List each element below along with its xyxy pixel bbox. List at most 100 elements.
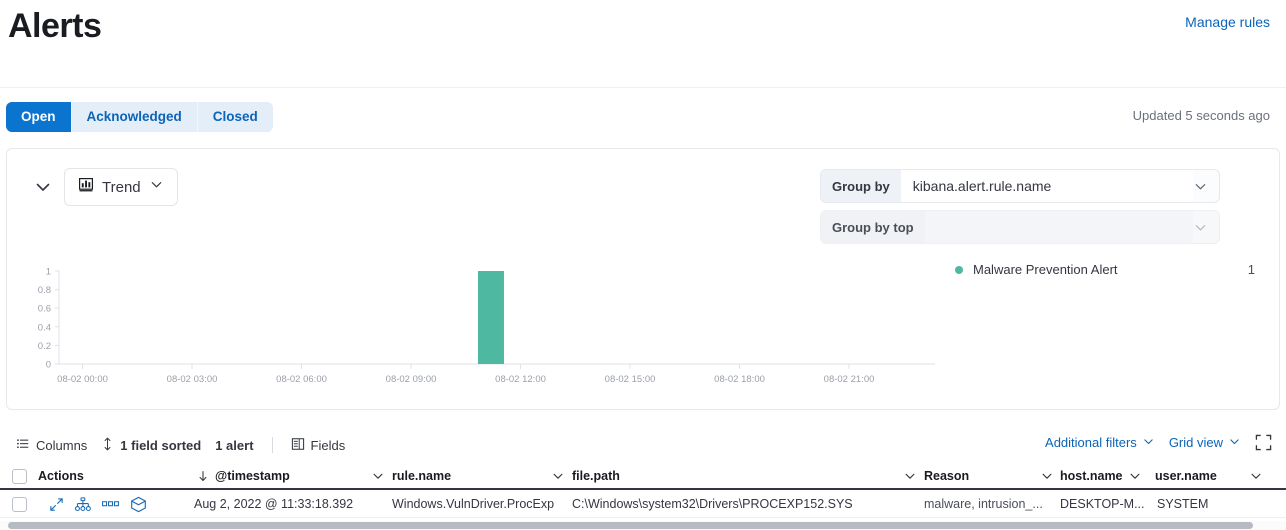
manage-rules-link[interactable]: Manage rules: [1185, 14, 1270, 30]
grid-view-label: Grid view: [1169, 435, 1223, 450]
column-header-rule-name[interactable]: rule.name: [392, 462, 451, 490]
bar-chart-icon: [78, 177, 94, 198]
sort-fields-button[interactable]: 1 field sorted: [97, 434, 205, 456]
scrollbar-thumb[interactable]: [8, 522, 1253, 529]
chevron-down-icon[interactable]: [1040, 462, 1054, 490]
sort-icon: [101, 437, 114, 454]
svg-text:08-02 00:00: 08-02 00:00: [57, 374, 108, 385]
trend-select-button[interactable]: Trend: [64, 168, 178, 206]
checkbox-icon[interactable]: [12, 497, 27, 512]
grid-toolbar-left: Columns 1 field sorted 1 alert: [12, 434, 349, 456]
alerts-page: Alerts Manage rules Open Acknowledged Cl…: [0, 0, 1286, 530]
svg-text:0.8: 0.8: [38, 285, 51, 296]
trend-label: Trend: [102, 179, 141, 196]
column-header-file-path[interactable]: file.path: [572, 462, 620, 490]
cell-rule-name[interactable]: Windows.VulnDriver.ProcExp: [392, 490, 554, 518]
arrow-down-icon: [196, 462, 210, 490]
alert-count-label: 1 alert: [211, 434, 257, 456]
legend-item-label[interactable]: Malware Prevention Alert: [973, 262, 1248, 277]
more-actions-icon[interactable]: [102, 500, 119, 508]
toolbar-divider: [272, 437, 273, 453]
svg-text:08-02 18:00: 08-02 18:00: [714, 374, 765, 385]
chart-legend: Malware Prevention Alert 1: [955, 262, 1255, 277]
status-filter-bar: Open Acknowledged Closed Updated 5 secon…: [0, 96, 1286, 142]
checkbox-icon[interactable]: [12, 469, 27, 484]
grid-view-button[interactable]: Grid view: [1169, 435, 1241, 451]
chevron-down-icon: [1228, 435, 1241, 451]
page-header: Alerts Manage rules: [0, 0, 1286, 88]
additional-filters-button[interactable]: Additional filters: [1045, 435, 1155, 451]
grid-toolbar-right: Additional filters Grid view: [1045, 434, 1272, 451]
svg-text:08-02 09:00: 08-02 09:00: [386, 374, 437, 385]
svg-text:08-02 03:00: 08-02 03:00: [167, 374, 218, 385]
chevron-down-icon[interactable]: [1193, 220, 1219, 235]
cell-user-name[interactable]: SYSTEM: [1157, 490, 1208, 518]
chart-bar[interactable]: [478, 271, 504, 364]
chevron-down-icon[interactable]: [1249, 462, 1263, 490]
cell-host-name[interactable]: DESKTOP-M...: [1060, 490, 1145, 518]
tab-closed[interactable]: Closed: [198, 102, 273, 132]
analyze-event-icon[interactable]: [75, 497, 91, 512]
chevron-down-icon: [1142, 435, 1155, 451]
column-header-user-name[interactable]: user.name: [1155, 462, 1217, 490]
cell-file-path[interactable]: C:\Windows\system32\Drivers\PROCEXP152.S…: [572, 490, 853, 518]
horizontal-scrollbar[interactable]: [0, 521, 1286, 530]
svg-text:0.4: 0.4: [38, 322, 51, 333]
trend-panel: Trend Group by kibana.alert.rule.name Gr…: [6, 148, 1280, 410]
row-actions: [49, 490, 147, 518]
svg-text:08-02 12:00: 08-02 12:00: [495, 374, 546, 385]
svg-text:08-02 15:00: 08-02 15:00: [605, 374, 656, 385]
list-icon: [16, 437, 30, 454]
select-all-checkbox[interactable]: [12, 462, 27, 490]
chevron-down-icon[interactable]: [32, 176, 54, 198]
updated-timestamp: Updated 5 seconds ago: [1133, 108, 1270, 123]
group-by-select[interactable]: Group by kibana.alert.rule.name: [820, 169, 1220, 203]
chevron-down-icon[interactable]: [551, 462, 565, 490]
additional-filters-label: Additional filters: [1045, 435, 1137, 450]
tab-acknowledged[interactable]: Acknowledged: [72, 102, 198, 132]
tab-open[interactable]: Open: [6, 102, 72, 132]
cell-timestamp[interactable]: Aug 2, 2022 @ 11:33:18.392: [194, 490, 353, 518]
svg-text:0.2: 0.2: [38, 341, 51, 352]
group-by-top-label: Group by top: [821, 211, 925, 243]
expand-icon[interactable]: [49, 497, 64, 512]
column-header-host-name[interactable]: host.name: [1060, 462, 1123, 490]
column-header-reason[interactable]: Reason: [924, 462, 969, 490]
columns-button[interactable]: Columns: [12, 434, 91, 456]
svg-text:1: 1: [46, 267, 51, 278]
chart-svg: 1 0.8 0.6 0.4 0.2 0 08-02 00:00 08-02 03:00 08-0…: [7, 259, 1281, 409]
legend-item-count: 1: [1248, 262, 1255, 277]
svg-text:08-02 21:00: 08-02 21:00: [824, 374, 875, 385]
svg-text:08-02 06:00: 08-02 06:00: [276, 374, 327, 385]
fields-button[interactable]: Fields: [287, 434, 350, 456]
chevron-down-icon[interactable]: [371, 462, 385, 490]
alert-count-text: 1 alert: [215, 438, 253, 453]
status-tab-group: Open Acknowledged Closed: [6, 102, 273, 132]
group-by-label: Group by: [821, 170, 901, 202]
columns-label: Columns: [36, 438, 87, 453]
chevron-down-icon[interactable]: [903, 462, 917, 490]
alerts-trend-chart[interactable]: 1 0.8 0.6 0.4 0.2 0 08-02 00:00 08-02 03:00 08-0…: [7, 259, 1281, 409]
cell-reason[interactable]: malware, intrusion_...: [924, 490, 1043, 518]
session-view-icon[interactable]: [130, 496, 147, 513]
alerts-table: Actions @timestamp rule.name file.path R…: [0, 462, 1286, 530]
fields-label: Fields: [311, 438, 346, 453]
chevron-down-icon[interactable]: [1193, 179, 1219, 194]
table-row[interactable]: Aug 2, 2022 @ 11:33:18.392 Windows.VulnD…: [0, 490, 1286, 518]
chevron-down-icon[interactable]: [1128, 462, 1142, 490]
sort-label: 1 field sorted: [120, 438, 201, 453]
table-header-row: Actions @timestamp rule.name file.path R…: [0, 462, 1286, 490]
group-by-top-value[interactable]: [925, 211, 1193, 243]
legend-color-dot: [955, 266, 963, 274]
svg-text:0: 0: [46, 360, 51, 371]
fields-icon: [291, 437, 305, 454]
grid-toolbar: Columns 1 field sorted 1 alert: [0, 428, 1286, 462]
column-header-actions[interactable]: Actions: [38, 462, 84, 490]
svg-text:0.6: 0.6: [38, 304, 51, 315]
column-header-timestamp[interactable]: @timestamp: [215, 462, 290, 490]
fullscreen-icon[interactable]: [1255, 434, 1272, 451]
row-select-checkbox[interactable]: [12, 490, 27, 518]
group-by-value[interactable]: kibana.alert.rule.name: [901, 170, 1193, 202]
page-title: Alerts: [8, 4, 101, 48]
group-by-top-select[interactable]: Group by top: [820, 210, 1220, 244]
